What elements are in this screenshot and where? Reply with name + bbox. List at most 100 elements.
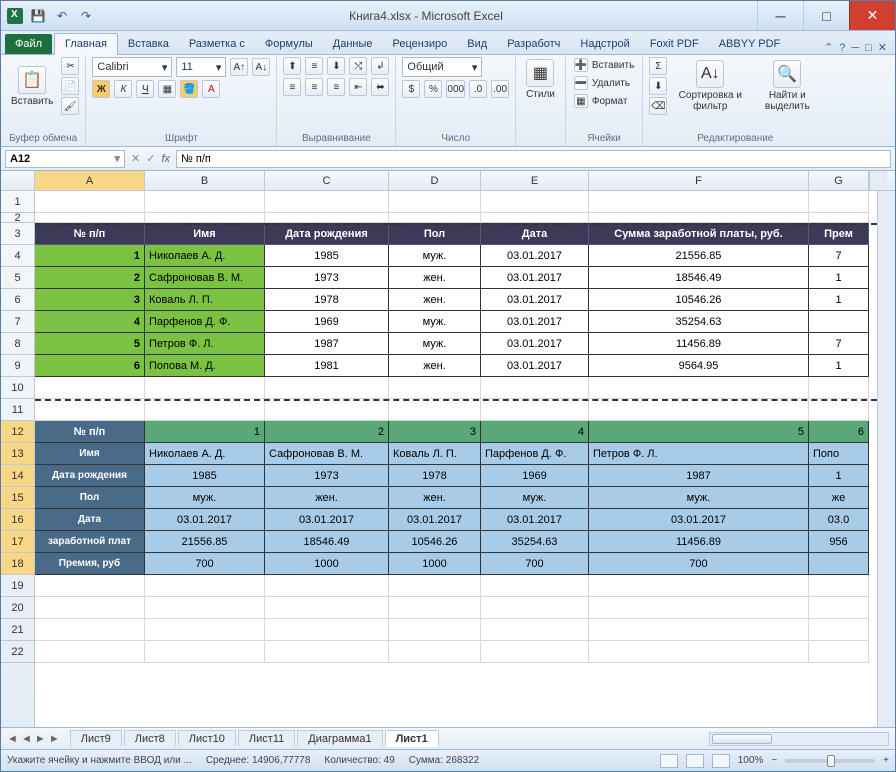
cell[interactable]: 956 [809,531,869,553]
cell[interactable]: 3 [35,289,145,311]
cell[interactable]: 9564.95 [589,355,809,377]
tab-developer[interactable]: Разработч [497,34,570,54]
row-header-12[interactable]: 12 [1,421,34,443]
doc-max-icon[interactable]: □ [865,42,872,54]
fill-button[interactable]: ⬇ [649,77,667,95]
cell[interactable] [145,597,265,619]
styles-button[interactable]: ▦ Стили [522,57,559,102]
cell[interactable] [809,553,869,575]
sheet-tab-Лист11[interactable]: Лист11 [238,730,295,747]
cell[interactable]: Николаев А. Д. [145,443,265,465]
tab-data[interactable]: Данные [323,34,383,54]
align-top-button[interactable]: ⬆ [283,57,301,75]
find-select-button[interactable]: 🔍 Найти и выделить [753,58,821,114]
tab-foxit[interactable]: Foxit PDF [640,34,709,54]
cell[interactable]: 18546.49 [265,531,389,553]
cell[interactable]: муж. [389,311,481,333]
row-header-19[interactable]: 19 [1,575,34,597]
cell[interactable]: Коваль Л. П. [145,289,265,311]
cell[interactable] [481,619,589,641]
cell[interactable] [589,575,809,597]
col-header-D[interactable]: D [389,171,481,190]
minimize-button[interactable]: ─ [757,1,803,30]
doc-min-icon[interactable]: ─ [851,42,859,54]
row-header-8[interactable]: 8 [1,333,34,355]
row-header-22[interactable]: 22 [1,641,34,663]
vertical-scrollbar-body[interactable] [877,191,895,727]
cell[interactable]: жен. [265,487,389,509]
cell[interactable] [809,311,869,333]
fill-color-button[interactable]: 🪣 [180,80,198,98]
grow-font-button[interactable]: A↑ [230,58,248,76]
row-header-4[interactable]: 4 [1,245,34,267]
font-name-combo[interactable]: Calibri▾ [92,57,172,77]
pagebreak-view-button[interactable] [712,754,730,768]
align-center-button[interactable]: ≡ [305,78,323,96]
cell[interactable] [265,213,389,223]
cell[interactable] [145,213,265,223]
cell[interactable]: 700 [589,553,809,575]
sheet-nav-arrows[interactable]: ◄ ◄ ► ► [7,733,68,745]
bold-button[interactable]: Ж [92,80,110,98]
cell[interactable] [389,575,481,597]
cell[interactable] [809,619,869,641]
row-header-17[interactable]: 17 [1,531,34,553]
cell[interactable] [589,213,809,223]
cell[interactable]: жен. [389,289,481,311]
align-left-button[interactable]: ≡ [283,78,301,96]
zoom-out-button[interactable]: − [771,755,777,766]
cell[interactable]: муж. [389,245,481,267]
cell[interactable] [481,399,589,421]
row-header-14[interactable]: 14 [1,465,34,487]
cell[interactable]: 1000 [389,553,481,575]
col-header-G[interactable]: G [809,171,869,190]
cell[interactable] [145,377,265,399]
select-all-corner[interactable] [1,171,35,190]
cell[interactable]: Дата [35,509,145,531]
cell[interactable]: 1 [145,421,265,443]
row-header-18[interactable]: 18 [1,553,34,575]
cell[interactable] [35,619,145,641]
cell[interactable] [145,575,265,597]
cell[interactable]: 2 [265,421,389,443]
cell[interactable] [389,597,481,619]
col-header-B[interactable]: B [145,171,265,190]
cell[interactable]: Петров Ф. Л. [589,443,809,465]
cell[interactable] [389,191,481,213]
cell[interactable]: 03.01.2017 [481,311,589,333]
sort-filter-button[interactable]: A↓ Сортировка и фильтр [671,58,749,114]
col-header-C[interactable]: C [265,171,389,190]
row-header-7[interactable]: 7 [1,311,34,333]
cell[interactable] [265,575,389,597]
cell[interactable] [35,191,145,213]
cell[interactable]: 03.01.2017 [481,289,589,311]
cell[interactable] [481,641,589,663]
cell[interactable]: жен. [389,487,481,509]
align-right-button[interactable]: ≡ [327,78,345,96]
cell[interactable] [265,641,389,663]
cell[interactable]: Пол [35,487,145,509]
cell[interactable] [481,597,589,619]
cell[interactable]: 1 [35,245,145,267]
enter-icon[interactable]: ✓ [146,152,155,165]
cell[interactable] [589,377,809,399]
cell[interactable]: 7 [809,333,869,355]
row-header-2[interactable]: 2 [1,213,34,223]
cell[interactable] [589,641,809,663]
cell[interactable] [389,641,481,663]
cut-button[interactable]: ✂ [61,57,79,75]
cell[interactable] [389,377,481,399]
cell[interactable] [481,191,589,213]
cancel-icon[interactable]: ✕ [131,152,140,165]
cell[interactable]: 1973 [265,465,389,487]
clear-button[interactable]: ⌫ [649,97,667,115]
font-color-button[interactable]: A [202,80,220,98]
cell[interactable]: 35254.63 [589,311,809,333]
cells-delete-button[interactable]: ➖Удалить [572,75,636,91]
cell[interactable] [265,377,389,399]
copy-button[interactable]: 📄 [61,77,79,95]
row-header-20[interactable]: 20 [1,597,34,619]
cell[interactable]: Пол [389,223,481,245]
cell[interactable]: муж. [145,487,265,509]
autosum-button[interactable]: Σ [649,57,667,75]
